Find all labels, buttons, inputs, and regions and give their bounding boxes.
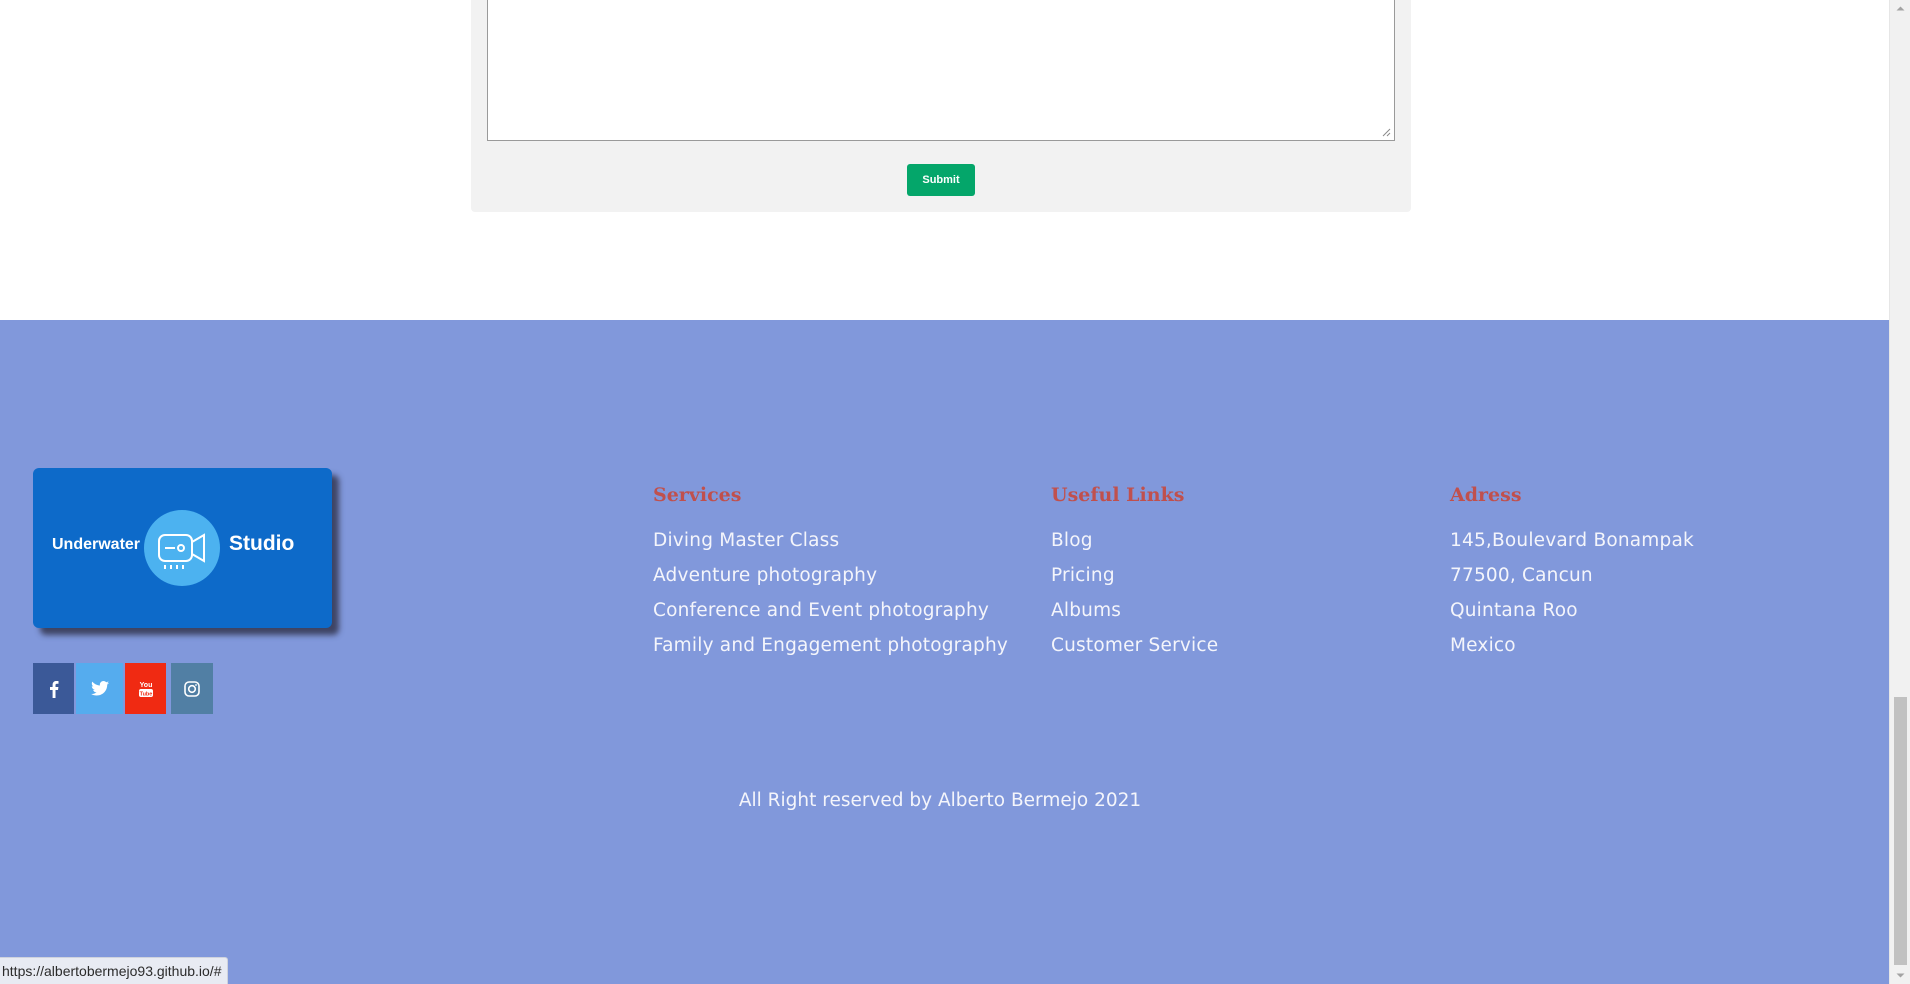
address-heading: Adress	[1450, 484, 1522, 506]
status-bar-url: https://albertobermejo93.github.io/#	[0, 957, 229, 984]
services-item[interactable]: Diving Master Class	[653, 528, 1008, 563]
logo-text-left: Underwater	[52, 536, 141, 553]
useful-link-albums[interactable]: Albums	[1051, 598, 1218, 633]
useful-link-pricing[interactable]: Pricing	[1051, 563, 1218, 598]
contact-form-panel: Submit	[471, 0, 1411, 212]
svg-text:You: You	[139, 682, 152, 689]
services-heading: Services	[653, 484, 742, 506]
twitter-icon	[90, 681, 109, 696]
services-list: Diving Master Class Adventure photograph…	[653, 528, 1008, 668]
youtube-icon: You Tube	[138, 682, 153, 697]
scrollbar-thumb[interactable]	[1894, 697, 1907, 965]
instagram-link[interactable]	[171, 663, 213, 714]
page: Submit Underwater Studio You Tube Servic…	[0, 0, 1910, 984]
useful-link-customer-service[interactable]: Customer Service	[1051, 633, 1218, 668]
youtube-link[interactable]: You Tube	[125, 663, 166, 714]
logo-text-right: Studio	[229, 532, 295, 555]
message-textarea[interactable]	[487, 0, 1395, 141]
address-list: 145,Boulevard Bonampak 77500, Cancun Qui…	[1450, 528, 1694, 668]
facebook-link[interactable]	[33, 663, 74, 714]
instagram-icon	[184, 680, 200, 697]
services-item[interactable]: Conference and Event photography	[653, 598, 1008, 633]
facebook-icon	[49, 680, 58, 698]
services-item[interactable]: Family and Engagement photography	[653, 633, 1008, 668]
scroll-up-arrow-icon[interactable]	[1890, 0, 1910, 17]
resize-grip-icon[interactable]	[1381, 127, 1391, 137]
video-camera-icon	[144, 510, 220, 586]
vertical-scrollbar[interactable]	[1889, 0, 1910, 984]
scroll-down-arrow-icon[interactable]	[1890, 967, 1910, 984]
submit-button[interactable]: Submit	[907, 164, 975, 196]
twitter-link[interactable]	[76, 663, 123, 714]
useful-links-heading: Useful Links	[1051, 484, 1185, 506]
address-line: 77500, Cancun	[1450, 565, 1593, 586]
site-footer: Underwater Studio You Tube Services Divi…	[0, 320, 1889, 984]
services-item[interactable]: Adventure photography	[653, 563, 1008, 598]
studio-logo[interactable]: Underwater Studio	[33, 468, 332, 628]
address-line: Mexico	[1450, 635, 1516, 656]
address-line: 145,Boulevard Bonampak	[1450, 530, 1694, 551]
useful-link-blog[interactable]: Blog	[1051, 528, 1218, 563]
address-line: Quintana Roo	[1450, 600, 1578, 621]
copyright-text: All Right reserved by Alberto Bermejo 20…	[738, 790, 1142, 811]
svg-text:Tube: Tube	[139, 691, 152, 697]
useful-links-list: Blog Pricing Albums Customer Service	[1051, 528, 1218, 668]
